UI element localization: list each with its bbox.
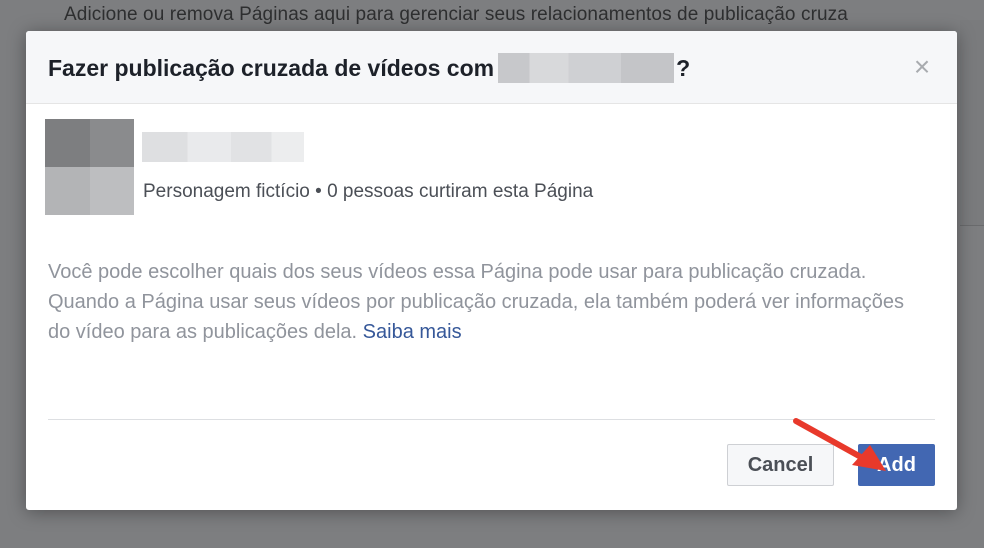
learn-more-link[interactable]: Saiba mais [363,321,462,343]
annotation-arrow-icon [793,418,886,471]
background-text: Adicione ou remova Páginas aqui para ger… [64,4,848,25]
description-text: Você pode escolher quais dos seus vídeos… [48,261,905,343]
dialog-title-question-mark: ? [676,54,691,81]
redacted-page-name [498,53,675,83]
crosspost-dialog: Fazer publicação cruzada de vídeos com ?… [26,31,957,510]
background-card [960,20,984,226]
page-avatar [45,119,134,215]
page-meta: Personagem fictício • 0 pessoas curtiram… [143,181,594,202]
close-icon[interactable]: × [910,53,934,81]
dialog-description: Você pode escolher quais dos seus vídeos… [48,257,928,347]
dialog-title: Fazer publicação cruzada de vídeos com ? [48,53,690,83]
redacted-page-title [142,132,304,162]
dialog-title-text: Fazer publicação cruzada de vídeos com [48,54,495,81]
dialog-header: Fazer publicação cruzada de vídeos com ?… [26,31,957,104]
